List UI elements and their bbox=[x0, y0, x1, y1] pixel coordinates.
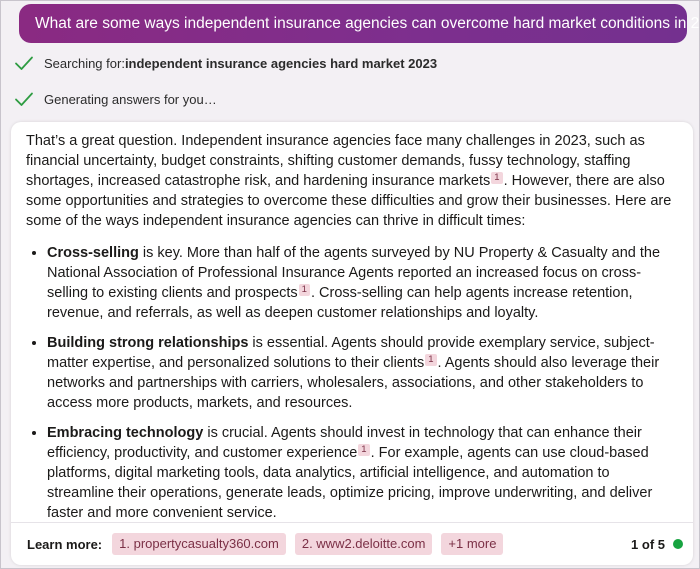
status-dot-icon bbox=[673, 539, 683, 549]
searching-status: Searching for: independent insurance age… bbox=[14, 53, 437, 73]
searching-prefix: Searching for: bbox=[44, 55, 125, 71]
checkmark-icon bbox=[15, 56, 33, 70]
list-item: Cross-selling is key. More than half of … bbox=[47, 243, 676, 323]
search-term: independent insurance agencies hard mark… bbox=[124, 55, 438, 71]
citation-marker[interactable]: 1 bbox=[298, 284, 310, 296]
generating-text: Generating answers for you… bbox=[44, 91, 217, 107]
checkmark-icon bbox=[15, 92, 33, 106]
list-item-title: Building strong relationships bbox=[47, 335, 249, 351]
generating-status: Generating answers for you… bbox=[14, 89, 217, 109]
answer-intro: That’s a great question. Independent ins… bbox=[26, 131, 676, 231]
user-query-bubble: What are some ways independent insurance… bbox=[19, 4, 700, 43]
citation-marker[interactable]: 1 bbox=[491, 172, 503, 184]
list-item: Embracing technology is crucial. Agents … bbox=[47, 423, 676, 523]
response-counter: 1 of 5 bbox=[631, 523, 683, 565]
list-item-title: Embracing technology bbox=[47, 425, 204, 441]
answer-list: Cross-selling is key. More than half of … bbox=[26, 243, 676, 523]
citation-marker[interactable]: 1 bbox=[425, 354, 437, 366]
source-link-2[interactable]: 2. www2.deloitte.com bbox=[294, 533, 433, 555]
response-count-text: 1 of 5 bbox=[631, 536, 665, 552]
answer-content: That’s a great question. Independent ins… bbox=[26, 131, 676, 533]
list-item: Building strong relationships is essenti… bbox=[47, 333, 676, 413]
learn-more-label: Learn more: bbox=[27, 536, 103, 552]
citation-marker[interactable]: 1 bbox=[358, 444, 370, 456]
learn-more-bar: Learn more: 1. propertycasualty360.com 2… bbox=[11, 522, 693, 565]
source-link-1[interactable]: 1. propertycasualty360.com bbox=[112, 533, 286, 555]
list-item-title: Cross-selling bbox=[47, 245, 139, 261]
answer-card: That’s a great question. Independent ins… bbox=[11, 122, 693, 565]
more-sources-button[interactable]: +1 more bbox=[441, 533, 504, 555]
